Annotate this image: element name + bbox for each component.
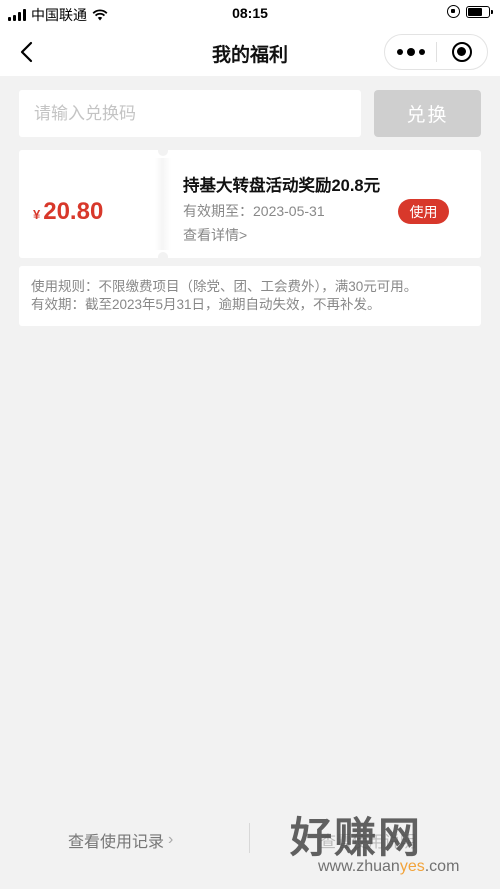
footer-divider: [249, 823, 250, 853]
close-miniapp-button[interactable]: [437, 35, 487, 69]
coupon-expiry: 有效期至：2023-05-31: [183, 201, 325, 221]
site-watermark: 好赚网 www.zhuanyes.com: [288, 804, 488, 884]
coupon-value: 20.80: [43, 198, 104, 225]
coupon-divider: [155, 150, 171, 258]
coupon-title: 持基大转盘活动奖励20.8元: [183, 177, 381, 195]
battery-icon: [466, 5, 493, 18]
redeem-code-input[interactable]: [19, 90, 361, 137]
miniapp-capsule: [384, 34, 488, 70]
currency-symbol: ¥: [33, 207, 41, 222]
redeem-button[interactable]: 兑换: [374, 90, 481, 137]
lock-rotation-icon: [447, 5, 460, 18]
chevron-right-icon: ›: [168, 831, 174, 848]
more-dots-icon[interactable]: [385, 35, 436, 69]
close-target-icon: [451, 42, 472, 62]
rules-line-2: 有效期：截至2023年5月31日，逾期自动失效，不再补发。: [31, 297, 381, 312]
watermark-logo: 好赚网: [290, 814, 423, 861]
watermark-url: www.zhuanyes.com: [318, 858, 460, 875]
usage-rules: 使用规则：不限缴费项目（除党、团、工会费外），满30元可用。 有效期：截至202…: [19, 266, 481, 326]
status-time: 08:15: [232, 5, 268, 21]
status-right: [447, 5, 493, 18]
status-bar: 中国联通 08:15: [0, 0, 500, 28]
nav-bar: 我的福利: [0, 28, 500, 76]
expiry-date: 2023-05-31: [253, 203, 325, 219]
usage-records-label: 查看使用记录: [68, 834, 165, 851]
coupon-details-link[interactable]: 查看详情>: [183, 225, 247, 245]
use-coupon-button[interactable]: 使用: [398, 199, 449, 224]
expiry-label: 有效期至：: [183, 203, 253, 219]
coupon-amount: ¥20.80: [33, 198, 103, 226]
rules-line-1: 使用规则：不限缴费项目（除党、团、工会费外），满30元可用。: [31, 279, 418, 294]
usage-records-link[interactable]: 查看使用记录 ›: [68, 828, 173, 852]
